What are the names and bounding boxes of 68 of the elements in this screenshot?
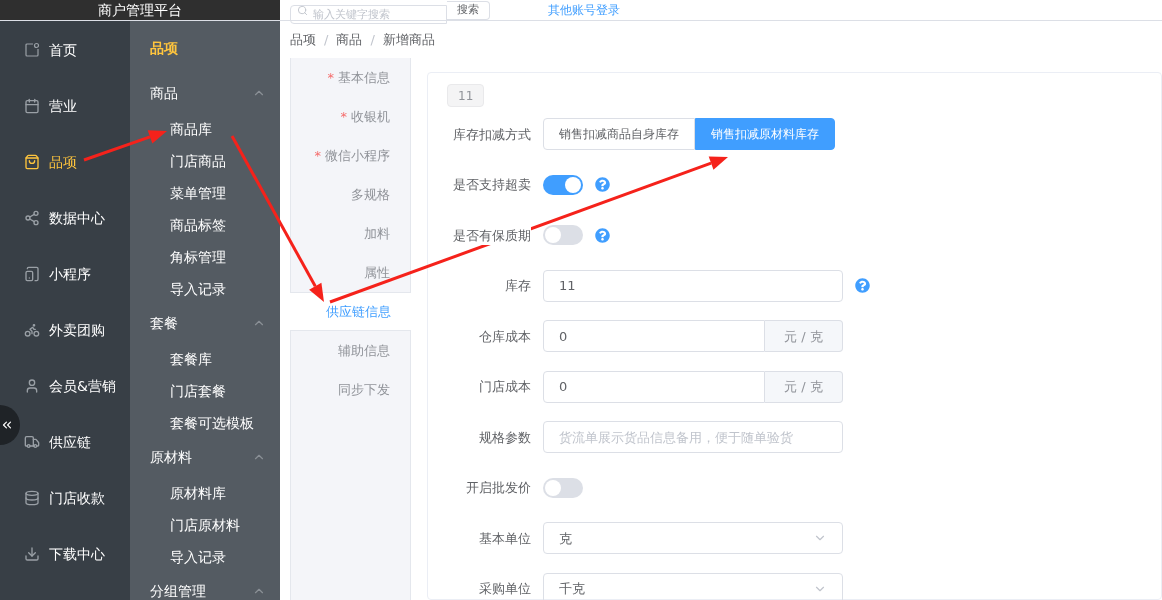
submenu-group[interactable]: 套餐: [130, 305, 280, 341]
nav-item[interactable]: 门店收款: [21, 470, 130, 526]
submenu-item[interactable]: 导入记录: [130, 273, 280, 305]
select-value: 克: [559, 529, 572, 548]
submenu-title: 品项: [150, 38, 178, 58]
search-button[interactable]: 搜索: [447, 0, 490, 20]
help-icon[interactable]: [855, 278, 870, 294]
download-icon: [24, 546, 40, 562]
nav-item[interactable]: 供应链: [21, 414, 130, 470]
search-icon: [297, 4, 308, 16]
number-field[interactable]: 0: [543, 370, 765, 403]
submenu-item[interactable]: 门店商品: [130, 145, 280, 177]
submenu-item[interactable]: 门店套餐: [130, 375, 280, 407]
submenu-item[interactable]: 菜单管理: [130, 177, 280, 209]
submenu-item[interactable]: 角标管理: [130, 241, 280, 273]
breadcrumb-item[interactable]: 商品: [336, 29, 363, 50]
unit-label: 元 / 克: [765, 370, 843, 403]
database-icon: [24, 490, 40, 506]
submenu-group[interactable]: 原材料: [130, 439, 280, 475]
breadcrumb-separator: /: [370, 30, 375, 49]
calendar-icon: [24, 98, 40, 114]
tablet-icon: [24, 266, 40, 282]
nav-item[interactable]: 外卖团购: [21, 302, 130, 358]
bicycle-icon: [24, 322, 40, 338]
submenu-item[interactable]: 套餐可选模板: [130, 407, 280, 439]
app-title: 商户管理平台: [98, 1, 182, 20]
nav-item[interactable]: 下载中心: [21, 526, 130, 582]
number-field[interactable]: 0: [543, 320, 765, 353]
shopping-bag-icon: [24, 154, 40, 170]
select-field[interactable]: 千克: [543, 572, 843, 600]
submenu-group[interactable]: 分组管理: [130, 573, 280, 600]
tag: 11: [447, 84, 485, 107]
nav-item[interactable]: 首页: [21, 22, 130, 78]
required-mark: *: [327, 68, 334, 87]
toggle-switch[interactable]: [543, 477, 583, 498]
submenu-item[interactable]: 原材料库: [130, 477, 280, 509]
select-value: 千克: [559, 580, 585, 598]
nav-item[interactable]: 品项: [21, 134, 130, 190]
help-icon[interactable]: [595, 177, 610, 193]
help-icon[interactable]: [595, 227, 610, 243]
toggle-switch[interactable]: [543, 225, 583, 246]
unit-label: 元 / 克: [765, 320, 843, 353]
submenu-item[interactable]: 门店原材料: [130, 509, 280, 541]
segment-option[interactable]: 销售扣减商品自身库存: [543, 118, 695, 151]
home-icon: [24, 42, 40, 58]
text-field[interactable]: 货流单展示货品信息备用，便于随单验货: [543, 421, 843, 454]
breadcrumb-separator: /: [324, 30, 329, 49]
toggle-switch[interactable]: [543, 174, 583, 195]
truck-icon: [24, 434, 40, 450]
required-mark: *: [340, 107, 347, 126]
required-mark: *: [314, 146, 321, 165]
user-icon: [24, 378, 40, 394]
nav-item[interactable]: 营业: [21, 78, 130, 134]
nav-item[interactable]: 会员&营销: [21, 358, 130, 414]
breadcrumb-item[interactable]: 品项: [290, 29, 316, 50]
submenu-item[interactable]: 商品标签: [130, 209, 280, 241]
submenu-item[interactable]: 商品库: [130, 113, 280, 145]
field-label: 是否有保质期: [453, 225, 531, 245]
chevrons-left-icon: [0, 418, 14, 432]
submenu-item[interactable]: 套餐库: [130, 343, 280, 375]
submenu-group[interactable]: 商品: [130, 75, 280, 111]
breadcrumb-item[interactable]: 新增商品: [382, 29, 435, 50]
text-field[interactable]: 11: [543, 269, 843, 302]
nav-item[interactable]: 小程序: [21, 246, 130, 302]
share-icon: [24, 210, 40, 226]
submenu-item[interactable]: 导入记录: [130, 541, 280, 573]
nav-item[interactable]: 数据中心: [21, 190, 130, 246]
select-field[interactable]: 克: [543, 522, 843, 555]
